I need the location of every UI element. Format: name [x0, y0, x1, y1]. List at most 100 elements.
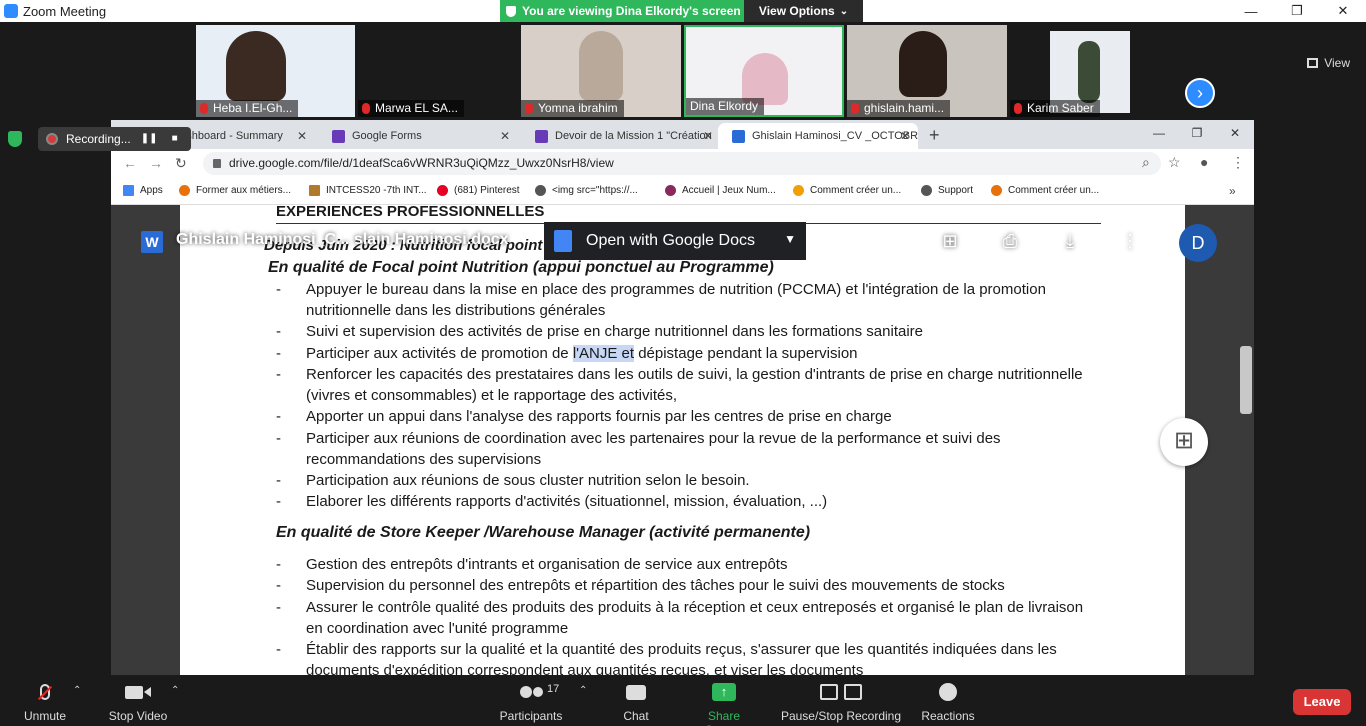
browser-tab[interactable]: Google Forms ✕ [318, 123, 518, 149]
close-icon[interactable]: ✕ [900, 129, 910, 143]
participant-silhouette [226, 31, 286, 101]
view-options-label: View Options [758, 4, 835, 18]
chevron-right-icon: › [1197, 82, 1203, 103]
tab-label: Devoir de la Mission 1 "Création [555, 130, 712, 142]
bookmark-item[interactable]: Comment créer un... [991, 185, 1099, 196]
scrollbar-thumb[interactable] [1240, 346, 1252, 414]
add-comment-button[interactable]: ⊞ [1160, 418, 1208, 466]
close-icon[interactable]: ✕ [1216, 120, 1254, 146]
viewing-notice-text: You are viewing Dina Elkordy's screen [522, 4, 741, 18]
zoom-lens-icon[interactable]: ⌕ [1142, 154, 1150, 171]
stop-video-button[interactable]: Stop Video [106, 681, 170, 723]
participant-tile[interactable]: ghislain.hami... [847, 25, 1007, 117]
chevron-up-icon[interactable]: ⌃ [171, 685, 179, 696]
text-selection: l'ANJE et [572, 345, 635, 362]
close-icon[interactable]: ✕ [703, 129, 713, 143]
window-controls: — ❐ ✕ [1228, 0, 1366, 22]
bookmark-favicon-icon [793, 185, 804, 196]
role-heading: En qualité de Store Keeper /Warehouse Ma… [276, 524, 811, 541]
browser-tabstrip: Live Dashboard - Summary ✕ Google Forms … [111, 120, 1254, 149]
drive-file-viewer: EXPERIENCES PROFESSIONNELLES Depuis Juin… [111, 205, 1254, 675]
forward-icon[interactable]: → [149, 155, 163, 171]
participant-tile[interactable]: Karim Saber [1010, 25, 1170, 117]
bookmark-item[interactable]: INTCESS20 -7th INT... [309, 185, 427, 196]
more-bookmarks-icon[interactable]: » [1229, 184, 1236, 198]
chat-button[interactable]: Chat [614, 681, 658, 723]
list-item: Établir des rapports sur la qualité et l… [306, 641, 1057, 658]
reactions-button[interactable]: Reactions [918, 681, 978, 723]
bullet: - [276, 599, 281, 616]
new-tab-icon[interactable]: + [929, 125, 940, 146]
emoji-icon [918, 681, 978, 703]
recording-controls-icon [780, 681, 902, 703]
recording-label: Recording... [66, 132, 131, 146]
unmute-button[interactable]: Unmute [22, 681, 68, 723]
list-item: en coordination avec l'unité programme [306, 620, 569, 637]
bookmark-item[interactable]: Apps [123, 185, 163, 196]
list-item: Assurer le contrôle qualité des produits… [306, 599, 1084, 616]
bullet: - [276, 430, 281, 447]
bullet: - [276, 577, 281, 594]
view-options-button[interactable]: View Options ⌄ [744, 0, 863, 22]
close-icon[interactable]: ✕ [1320, 0, 1366, 22]
recording-dot-icon [46, 133, 58, 145]
maximize-icon[interactable]: ❐ [1178, 120, 1216, 146]
open-with-google-docs-button[interactable]: Open with Google Docs ▼ [544, 222, 806, 260]
browser-tab-active[interactable]: Ghislain Haminosi_CV _OCTOBRE ✕ [718, 123, 918, 149]
bookmark-item[interactable]: Accueil | Jeux Num... [665, 185, 776, 196]
chevron-down-icon[interactable]: ▼ [784, 232, 796, 246]
next-page-button[interactable]: › [1185, 78, 1215, 108]
participant-name: Karim Saber [1010, 100, 1100, 117]
list-item: Participer aux activités de promotion de… [306, 345, 858, 362]
shared-screen-browser: Live Dashboard - Summary ✕ Google Forms … [111, 120, 1254, 675]
list-item: Participation aux réunions de sous clust… [306, 472, 750, 489]
browser-window-controls: — ❐ ✕ [1140, 120, 1254, 146]
bullet: - [276, 366, 281, 383]
bookmark-item[interactable]: <img src="https://... [535, 185, 638, 196]
menu-dots-icon[interactable]: ⋮ [1231, 154, 1245, 171]
list-item: documents d'expédition correspondent aux… [306, 662, 864, 675]
participant-tile[interactable]: Yomna ibrahim [521, 25, 681, 117]
back-icon[interactable]: ← [123, 155, 137, 171]
close-icon[interactable]: ✕ [500, 129, 510, 143]
muted-mic-icon [525, 103, 533, 114]
bookmark-item[interactable]: Former aux métiers... [179, 185, 291, 196]
chat-bubble-icon [614, 681, 658, 703]
participant-tile[interactable]: Heba I.El-Gh... [196, 25, 355, 117]
pause-stop-recording-button[interactable]: Pause/Stop Recording [780, 681, 902, 723]
bookmark-item[interactable]: (681) Pinterest [437, 185, 520, 196]
close-icon[interactable]: ✕ [297, 129, 307, 143]
reload-icon[interactable]: ↻ [175, 155, 187, 172]
chevron-up-icon[interactable]: ⌃ [579, 685, 587, 696]
tab-favicon-icon [732, 130, 745, 143]
stop-icon[interactable]: ■ [167, 131, 183, 147]
zoom-logo-icon [4, 4, 18, 18]
participant-silhouette [579, 31, 623, 101]
bookmark-item[interactable]: Support [921, 185, 973, 196]
grid-view-icon [1307, 58, 1319, 68]
participant-name: ghislain.hami... [847, 100, 951, 117]
participant-tile-active[interactable]: Dina Elkordy [684, 25, 844, 117]
view-button[interactable]: View [1307, 56, 1350, 70]
url-field[interactable]: drive.google.com/file/d/1deafSca6vWRNR3u… [203, 152, 1161, 175]
recording-pill: Recording... ❚❚ ■ [38, 127, 191, 151]
bullet: - [276, 408, 281, 425]
participant-tile[interactable]: Marwa EL SA... [358, 25, 518, 117]
tab-favicon-icon [332, 130, 345, 143]
participants-label: Participants [499, 709, 563, 723]
leave-button[interactable]: Leave [1293, 689, 1351, 715]
minimize-icon[interactable]: — [1140, 120, 1178, 146]
maximize-icon[interactable]: ❐ [1274, 0, 1320, 22]
share-screen-button[interactable]: ↑ Share Screen [688, 681, 760, 726]
minimize-icon[interactable]: — [1228, 0, 1274, 22]
bookmark-item[interactable]: Comment créer un... [793, 185, 901, 196]
url-text: drive.google.com/file/d/1deafSca6vWRNR3u… [229, 156, 614, 170]
profile-icon[interactable]: ● [1200, 154, 1208, 170]
pause-icon[interactable]: ❚❚ [141, 131, 158, 147]
bookmark-star-icon[interactable]: ☆ [1168, 154, 1181, 171]
recording-status: Recording... ❚❚ ■ [8, 126, 191, 152]
chevron-up-icon[interactable]: ⌃ [73, 685, 81, 696]
security-shield-icon [8, 131, 22, 147]
participant-thumbnails: Heba I.El-Gh... Marwa EL SA... Yomna ibr… [0, 22, 1366, 118]
browser-tab[interactable]: Devoir de la Mission 1 "Création ✕ [521, 123, 721, 149]
